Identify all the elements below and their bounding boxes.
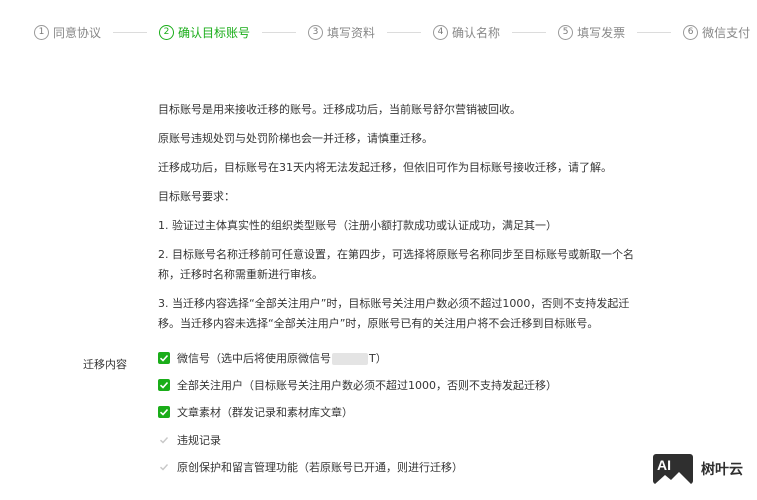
step-number: 6 — [683, 24, 699, 40]
step-progress-bar: 1 同意协议 2 确认目标账号 3 填写资料 4 确认名称 5 填写发票 6 微… — [34, 22, 750, 42]
step-label: 微信支付 — [702, 25, 751, 40]
watermark-text: 树叶云 — [701, 462, 743, 478]
step-label: 同意协议 — [53, 25, 102, 40]
step-divider — [512, 31, 547, 33]
migrate-content-label: 迁移内容 — [83, 358, 127, 371]
option-violation-records: 违规记录 — [158, 431, 557, 449]
option-label: 原创保护和留言管理功能（若原账号已开通，则进行迁移） — [177, 460, 463, 474]
migration-description: 目标账号是用来接收迁移的账号。迁移成功后，当前账号舒尔营销被回收。 原账号违规处… — [158, 100, 643, 343]
mountain-icon — [655, 472, 691, 484]
step-number: 4 — [433, 24, 449, 40]
watermark: AI 树叶云 — [653, 454, 743, 484]
step-divider — [637, 31, 672, 33]
penalty-notice: 原账号违规处罚与处罚阶梯也会一并迁移，请慎重迁移。 — [158, 132, 433, 145]
option-original-protection: 原创保护和留言管理功能（若原账号已开通，则进行迁移） — [158, 458, 557, 476]
option-label: 全部关注用户（目标账号关注用户数必须不超过1000，否则不支持发起迁移） — [177, 379, 557, 393]
step-label: 确认名称 — [452, 25, 501, 40]
step-label: 填写发票 — [577, 25, 626, 40]
checkbox-checked[interactable] — [158, 379, 170, 392]
watermark-logo-icon: AI — [653, 454, 693, 484]
option-label: 文章素材（群发记录和素材库文章） — [177, 406, 353, 420]
step-3: 3 填写资料 — [308, 24, 375, 41]
step-divider — [113, 31, 148, 33]
check-icon — [160, 463, 169, 471]
step-number: 3 — [308, 24, 324, 40]
step-number: 5 — [558, 24, 574, 40]
checkbox-checked[interactable] — [158, 406, 170, 419]
option-label: 微信号（选中后将使用原微信号 T） — [177, 352, 387, 365]
checkbox-disabled-checked — [158, 433, 170, 446]
step-number: 1 — [34, 24, 49, 40]
step-divider — [262, 31, 297, 33]
step-4: 4 确认名称 — [433, 24, 500, 41]
redacted-wechat-id — [332, 353, 368, 365]
migrate-options: 微信号（选中后将使用原微信号 T） 全部关注用户（目标账号关注用户数必须不超过10… — [158, 349, 557, 485]
option-article-materials[interactable]: 文章素材（群发记录和素材库文章） — [158, 403, 557, 421]
option-wechat-id[interactable]: 微信号（选中后将使用原微信号 T） — [158, 349, 557, 367]
step-6: 6 微信支付 — [683, 24, 750, 41]
checkbox-disabled-checked — [158, 460, 170, 473]
requirements-title: 目标账号要求： — [158, 190, 235, 203]
step-1: 1 同意协议 — [34, 24, 101, 41]
cooldown-notice: 迁移成功后，目标账号在31天内将无法发起迁移，但依旧可作为目标账号接收迁移，请了… — [158, 161, 612, 174]
check-icon — [159, 409, 169, 417]
step-number: 2 — [159, 24, 175, 40]
step-divider — [387, 31, 422, 33]
page: 1 同意协议 2 确认目标账号 3 填写资料 4 确认名称 5 填写发票 6 微… — [0, 0, 757, 500]
requirement-1: 1. 验证过主体真实性的组织类型账号（注册小额打款成功或认证成功，满足其一） — [158, 219, 557, 232]
step-label: 填写资料 — [327, 25, 376, 40]
option-all-followers[interactable]: 全部关注用户（目标账号关注用户数必须不超过1000，否则不支持发起迁移） — [158, 376, 557, 394]
step-label: 确认目标账号 — [178, 25, 251, 40]
requirement-2: 2. 目标账号名称迁移前可任意设置，在第四步，可选择将原账号名称同步至目标账号或… — [158, 248, 634, 281]
option-label: 违规记录 — [177, 433, 221, 447]
check-icon — [160, 436, 169, 444]
checkbox-checked[interactable] — [158, 352, 170, 364]
check-icon — [159, 354, 169, 362]
intro-paragraph: 目标账号是用来接收迁移的账号。迁移成功后，当前账号舒尔营销被回收。 — [158, 103, 521, 116]
check-icon — [159, 382, 169, 389]
step-2-active: 2 确认目标账号 — [159, 24, 250, 41]
step-5: 5 填写发票 — [558, 24, 625, 41]
requirement-3: 3. 当迁移内容选择“全部关注用户”时，目标账号关注用户数必须不超过1000，否… — [158, 297, 630, 330]
